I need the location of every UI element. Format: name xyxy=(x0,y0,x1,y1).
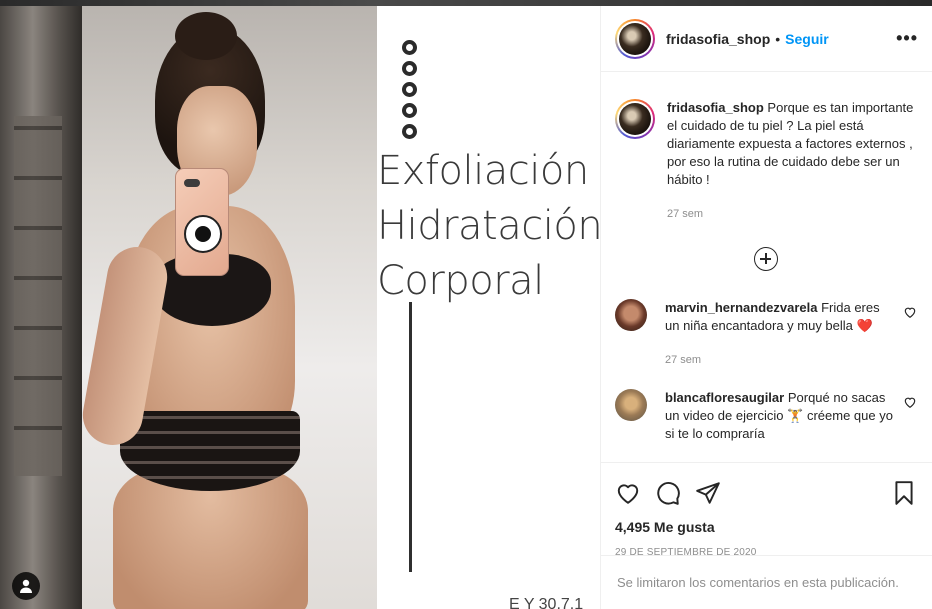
like-comment-heart-icon[interactable] xyxy=(903,305,917,319)
follow-button[interactable]: Seguir xyxy=(785,31,829,47)
caption: fridasofia_shop Porque es tan importante… xyxy=(615,99,917,223)
comment-username[interactable]: marvin_hernandezvarela xyxy=(665,300,817,315)
profile-icon xyxy=(20,579,32,593)
load-more-comments[interactable] xyxy=(615,247,917,271)
phone-in-hand xyxy=(175,168,229,276)
comment-time[interactable]: 27 sem xyxy=(665,351,893,369)
post-side-panel: fridasofia_shop • Seguir ••• fridasofia_… xyxy=(600,6,932,609)
author-avatar[interactable] xyxy=(615,18,655,59)
graphic-footer-text: E Y 30.7.1 xyxy=(509,596,584,609)
graphic-vertical-line xyxy=(409,302,412,572)
post-media[interactable]: Exfoliación Hidratación Corporal E Y 30.… xyxy=(0,6,600,609)
post-graphic-text: Exfoliación Hidratación Corporal E Y 30.… xyxy=(377,6,600,609)
comments-list[interactable]: fridasofia_shop Porque es tan importante… xyxy=(601,73,932,462)
caption-avatar[interactable] xyxy=(615,99,655,139)
graphic-word-corporal: Corporal xyxy=(377,258,544,304)
author-username[interactable]: fridasofia_shop xyxy=(666,31,770,47)
tagged-profile-button[interactable] xyxy=(12,572,40,600)
header-separator: • xyxy=(775,30,781,47)
graphic-dot xyxy=(402,40,417,55)
comment-username[interactable]: blancafloresaugilar xyxy=(665,390,784,405)
phone-camera xyxy=(184,179,200,187)
commenter-avatar[interactable] xyxy=(615,389,647,421)
likes-count[interactable]: 4,495 Me gusta xyxy=(615,519,917,535)
comment-item: blancafloresaugilar Porqué no sacas un v… xyxy=(615,389,917,443)
model-figure xyxy=(78,12,325,609)
graphic-word-exfoliacion: Exfoliación xyxy=(377,148,589,194)
figure-bikini-bottom xyxy=(120,411,300,491)
author-avatar-image xyxy=(619,22,651,55)
figure-hair-bun xyxy=(175,12,237,60)
like-comment-heart-icon[interactable] xyxy=(903,395,917,409)
phone-grip xyxy=(184,215,222,253)
action-icons xyxy=(615,475,917,511)
graphic-dot xyxy=(402,61,417,76)
plus-circle-icon[interactable] xyxy=(754,247,778,271)
caption-time[interactable]: 27 sem xyxy=(667,205,917,223)
heart-icon[interactable] xyxy=(615,480,641,506)
bookmark-icon[interactable] xyxy=(891,480,917,506)
commenter-avatar[interactable] xyxy=(615,299,647,331)
comment-item: marvin_hernandezvarela Frida eres un niñ… xyxy=(615,299,917,369)
graphic-dot xyxy=(402,82,417,97)
mirror-frame xyxy=(0,6,82,609)
post-actions: 4,495 Me gusta 29 DE SEPTIEMBRE DE 2020 xyxy=(601,462,932,558)
post-photo xyxy=(0,6,377,609)
comment-emoji: 🏋 xyxy=(787,408,804,423)
comment-emoji: ❤️ xyxy=(856,318,873,333)
more-icon[interactable]: ••• xyxy=(896,28,918,49)
share-icon[interactable] xyxy=(695,480,721,506)
comments-limited-notice: Se limitaron los comentarios en esta pub… xyxy=(601,555,932,609)
comment-icon[interactable] xyxy=(655,480,681,506)
graphic-dots xyxy=(402,40,417,145)
post-header: fridasofia_shop • Seguir ••• xyxy=(601,6,932,72)
caption-username[interactable]: fridasofia_shop xyxy=(667,100,764,115)
graphic-dot xyxy=(402,103,417,118)
graphic-dot xyxy=(402,124,417,139)
graphic-word-hidratacion: Hidratación xyxy=(377,203,600,249)
